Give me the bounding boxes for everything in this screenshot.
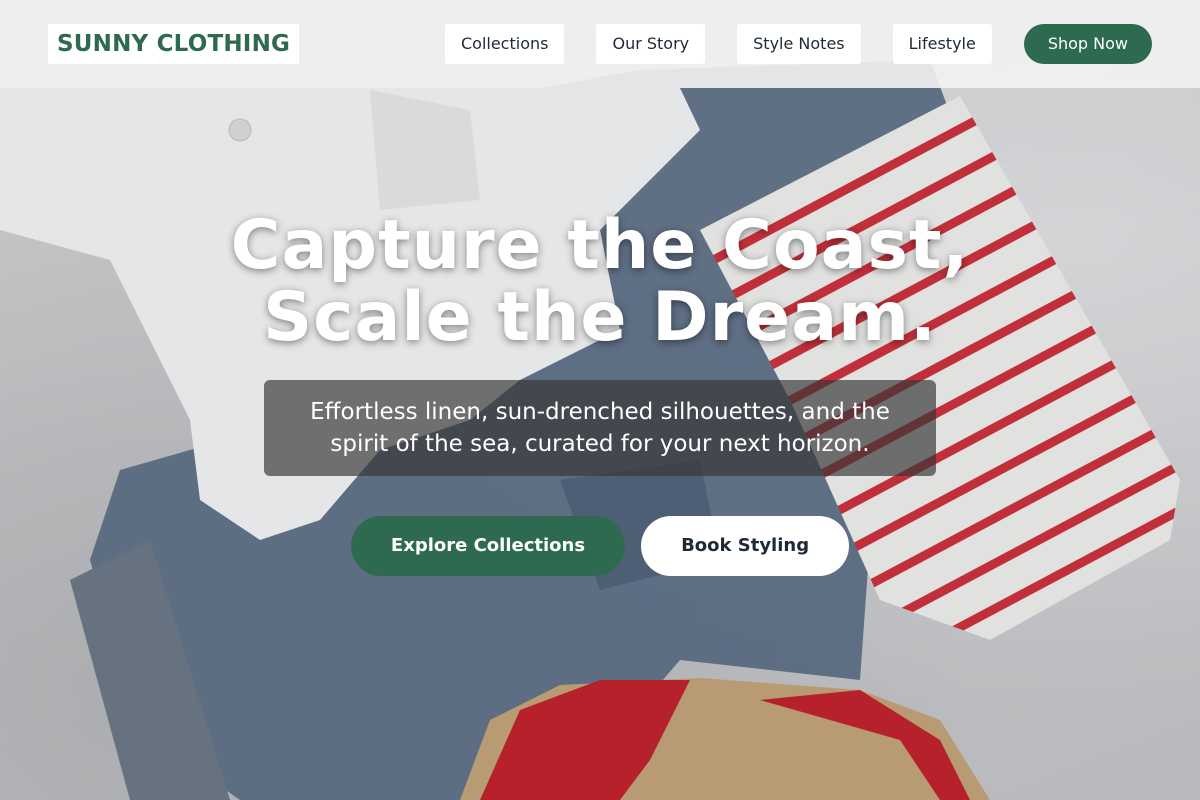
nav-links: Collections Our Story Style Notes Lifest…: [444, 24, 1152, 64]
nav-link-lifestyle[interactable]: Lifestyle: [892, 24, 992, 64]
shop-now-button[interactable]: Shop Now: [1023, 24, 1152, 64]
nav-link-our-story[interactable]: Our Story: [596, 24, 706, 64]
hero-buttons: Explore Collections Book Styling: [0, 516, 1200, 576]
navbar: SUNNY CLOTHING Collections Our Story Sty…: [0, 0, 1200, 88]
hero-title-line-1: Capture the Coast,: [230, 206, 970, 285]
hero-title: Capture the Coast, Scale the Dream.: [0, 210, 1200, 354]
hero-subtitle-line-2: spirit of the sea, curated for your next…: [330, 431, 870, 457]
hero-section: Capture the Coast, Scale the Dream. Effo…: [0, 210, 1200, 576]
nav-link-collections[interactable]: Collections: [444, 24, 565, 64]
hero-subtitle-line-1: Effortless linen, sun-drenched silhouett…: [310, 399, 890, 425]
nav-link-style-notes[interactable]: Style Notes: [737, 24, 861, 64]
book-styling-button[interactable]: Book Styling: [641, 516, 850, 576]
explore-collections-button[interactable]: Explore Collections: [350, 516, 626, 576]
hero-title-line-2: Scale the Dream.: [263, 278, 937, 357]
hero-subtitle: Effortless linen, sun-drenched silhouett…: [264, 380, 936, 476]
brand-logo[interactable]: SUNNY CLOTHING: [48, 24, 300, 64]
